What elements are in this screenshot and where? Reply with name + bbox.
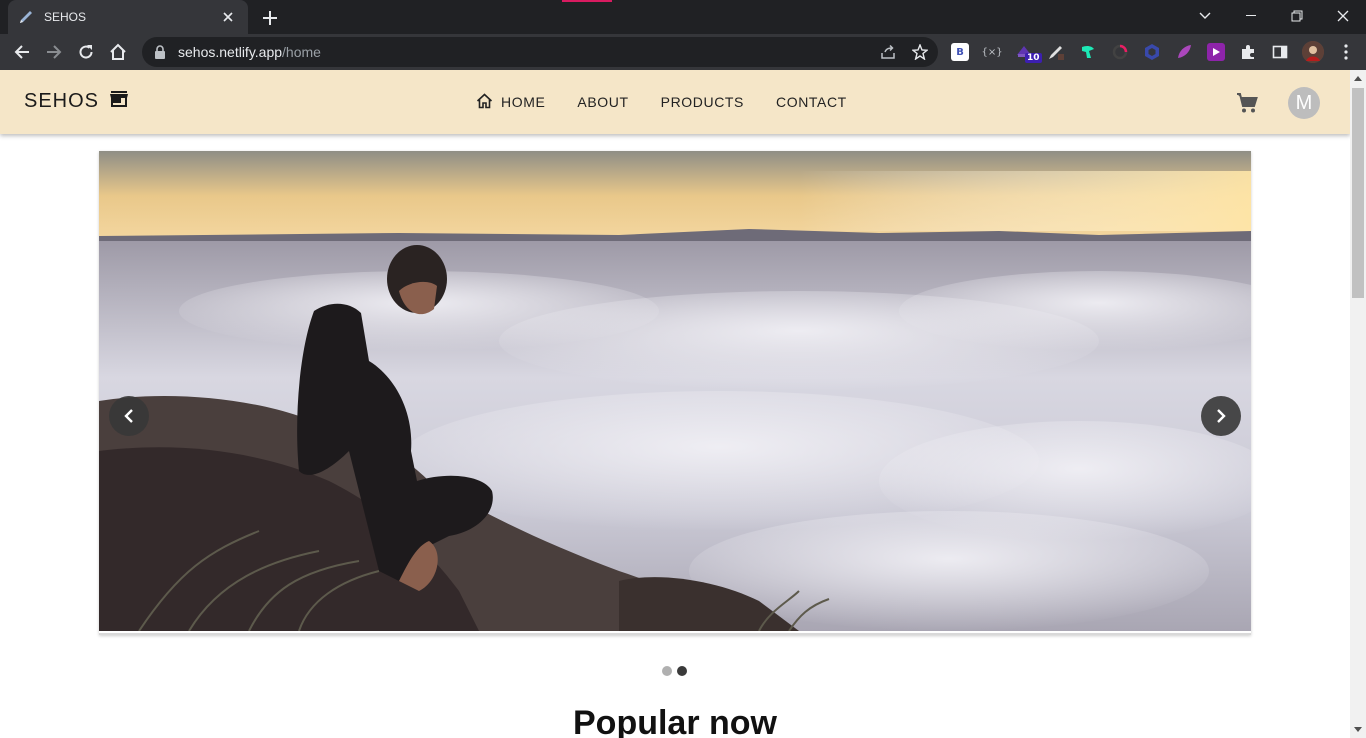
spinner-extension-icon[interactable] (1111, 43, 1129, 61)
chevron-right-icon (1217, 409, 1226, 423)
tab-search-chevron-icon[interactable] (1182, 0, 1228, 32)
nav-home-label: HOME (501, 94, 546, 110)
scroll-down-icon[interactable] (1350, 722, 1366, 738)
browser-toolbar: sehos.netlify.app/home B {×} 10 (0, 34, 1366, 70)
carousel-indicators (662, 666, 687, 676)
home-icon[interactable] (104, 38, 132, 66)
brand-name: SEHOS (24, 90, 100, 112)
page-scrollbar[interactable] (1350, 70, 1366, 738)
site-brand[interactable]: SEHOS (24, 90, 129, 113)
carousel-dot-active[interactable] (677, 666, 687, 676)
browser-tabstrip: SEHOS (0, 0, 1366, 34)
minimize-icon[interactable] (1228, 0, 1274, 32)
side-panel-icon[interactable] (1271, 43, 1289, 61)
page-viewport: SEHOS HOME ABOUT PRODUCTS CONTACT M Popu… (0, 70, 1350, 738)
hero-slide-image (99, 151, 1251, 631)
address-bar[interactable]: sehos.netlify.app/home (142, 37, 938, 67)
restore-icon[interactable] (1274, 0, 1320, 32)
nav-contact[interactable]: CONTACT (776, 90, 847, 114)
forward-arrow-icon[interactable] (40, 38, 68, 66)
carousel-prev-button[interactable] (109, 396, 149, 436)
user-avatar[interactable]: M (1288, 87, 1320, 119)
url-path: /home (282, 44, 321, 60)
pen-favicon-icon (18, 9, 34, 25)
lock-icon[interactable] (154, 45, 168, 59)
section-title: Popular now (573, 704, 777, 738)
window-close-icon[interactable] (1320, 0, 1366, 32)
chrome-menu-icon[interactable] (1337, 43, 1355, 61)
bookmark-star-icon[interactable] (910, 42, 930, 62)
json-extension-icon[interactable]: {×} (981, 43, 1002, 61)
hexagon-extension-icon[interactable] (1143, 43, 1161, 61)
chevron-left-icon (124, 409, 133, 423)
feather-extension-icon[interactable] (1175, 43, 1193, 61)
url-host: sehos.netlify.app (178, 44, 283, 60)
carousel-dot[interactable] (662, 666, 672, 676)
tab-title: SEHOS (44, 10, 87, 24)
nav-about[interactable]: ABOUT (577, 90, 628, 114)
puzzle-extensions-icon[interactable] (1239, 43, 1257, 61)
site-header: SEHOS HOME ABOUT PRODUCTS CONTACT M (0, 70, 1350, 134)
video-extension-icon[interactable] (1207, 43, 1225, 61)
hat-extension-icon[interactable]: 10 (1015, 43, 1042, 63)
bootstrap-extension-icon[interactable]: B (951, 43, 969, 61)
new-tab-icon[interactable] (257, 5, 283, 31)
home-icon (476, 92, 493, 112)
nav-home[interactable]: HOME (476, 90, 545, 114)
share-icon[interactable] (878, 42, 898, 62)
hero-carousel (99, 151, 1251, 635)
tab-recording-indicator (562, 0, 612, 2)
leaf-extension-icon[interactable] (1079, 43, 1097, 61)
scroll-up-icon[interactable] (1350, 70, 1366, 86)
shopping-cart-icon[interactable] (1236, 92, 1258, 114)
extension-badge: 10 (1025, 53, 1042, 63)
nav-products[interactable]: PRODUCTS (661, 90, 744, 114)
carousel-next-button[interactable] (1201, 396, 1241, 436)
browser-tab[interactable]: SEHOS (8, 0, 248, 34)
close-icon[interactable] (218, 7, 238, 27)
profile-avatar-icon[interactable] (1302, 41, 1324, 63)
reload-icon[interactable] (72, 38, 100, 66)
main-nav: HOME ABOUT PRODUCTS CONTACT (476, 90, 879, 114)
pen-extension-icon[interactable] (1047, 43, 1065, 61)
storefront-icon (109, 90, 129, 113)
scrollbar-thumb[interactable] (1352, 88, 1364, 298)
back-arrow-icon[interactable] (8, 38, 36, 66)
